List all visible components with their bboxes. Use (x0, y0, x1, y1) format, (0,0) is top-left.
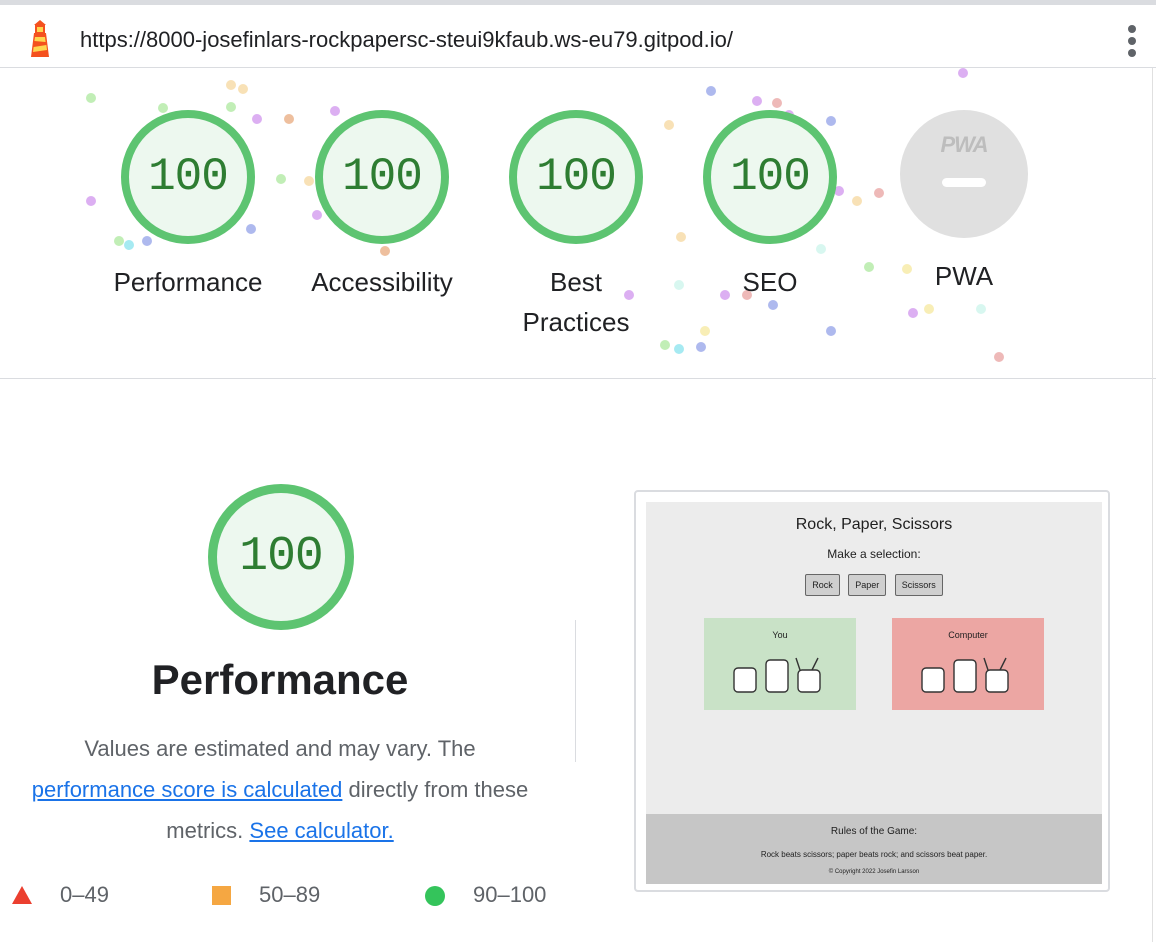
thumb-rules-title: Rules of the Game: (830, 826, 918, 837)
performance-description: Values are estimated and may vary. The p… (20, 728, 540, 851)
gauge-score: 100 (342, 151, 423, 203)
legend-average: 50–89 (259, 882, 321, 907)
hands-icon (733, 657, 821, 693)
section-divider (0, 378, 1156, 379)
screenshot-content: Rock, Paper, Scissors Make a selection: … (646, 502, 1102, 884)
gauge-ring: 100 (509, 110, 643, 244)
gauge-accessibility[interactable]: 100 Accessibility (292, 110, 472, 302)
thumb-copyright: © Copyright 2022 Josefin Larsson (828, 869, 920, 875)
gauge-seo[interactable]: 100 SEO (680, 110, 860, 302)
gauge-score: 100 (730, 151, 811, 203)
thumb-buttons: Rock Paper Scissors (646, 574, 1102, 596)
average-square-icon (212, 886, 231, 905)
thumb-footer: Rules of the Game: Rock beats scissors; … (646, 814, 1102, 884)
see-calculator-link[interactable]: See calculator. (249, 818, 393, 843)
thumb-title: Rock, Paper, Scissors (795, 516, 953, 533)
thumb-computer-label: Computer (948, 630, 988, 640)
panel-edge (1152, 68, 1153, 942)
gauge-label: PWA (934, 261, 994, 291)
gauge-label: Best Practices (522, 267, 630, 337)
pwa-na-bar (942, 178, 986, 187)
gauge-label: Accessibility (311, 267, 453, 297)
legend-pass: 90–100 (473, 882, 547, 907)
pass-circle-icon (425, 886, 445, 906)
performance-gauge: 100 (208, 484, 354, 630)
gauge-ring: 100 (315, 110, 449, 244)
desc-text: Values are estimated and may vary. The (84, 736, 476, 761)
page-screenshot[interactable]: Rock, Paper, Scissors Make a selection: … (634, 490, 1110, 892)
thumb-computer-card: Computer (892, 618, 1044, 710)
thumb-scissors-button: Scissors (894, 574, 943, 596)
thumb-rock-button: Rock (805, 574, 840, 596)
gauge-performance[interactable]: 100 Performance (98, 110, 278, 302)
gauge-best-practices[interactable]: 100 Best Practices (486, 110, 666, 342)
url-text[interactable]: https://8000-josefinlars-rockpapersc-ste… (80, 27, 733, 53)
thumb-you-label: You (772, 630, 788, 640)
performance-score-link[interactable]: performance score is calculated (32, 777, 343, 802)
gauge-score: 100 (536, 151, 617, 203)
pwa-badge-icon: PWA (900, 110, 1028, 238)
lighthouse-icon (31, 20, 49, 57)
performance-title: Performance (151, 656, 409, 703)
hands-icon (921, 657, 1009, 693)
thumb-you-card: You (704, 618, 856, 710)
thumb-paper-button: Paper (848, 574, 887, 596)
fail-triangle-icon (12, 886, 32, 904)
legend-fail: 0–49 (60, 882, 109, 907)
thumb-rules-text: Rock beats scissors; paper beats rock; a… (760, 850, 988, 859)
gauge-ring: 100 (703, 110, 837, 244)
vertical-divider (575, 620, 576, 762)
thumb-subtitle: Make a selection: (827, 547, 921, 561)
gauge-label: Performance (113, 267, 263, 297)
gauge-pwa[interactable]: PWA PWA (874, 110, 1054, 296)
performance-score: 100 (239, 530, 323, 584)
gauge-label: SEO (742, 267, 798, 297)
gauge-score: 100 (148, 151, 229, 203)
pwa-badge-text: PWA (940, 132, 988, 157)
more-options-icon[interactable] (1124, 25, 1140, 59)
gauge-ring: 100 (121, 110, 255, 244)
url-bar: https://8000-josefinlars-rockpapersc-ste… (0, 0, 1156, 68)
